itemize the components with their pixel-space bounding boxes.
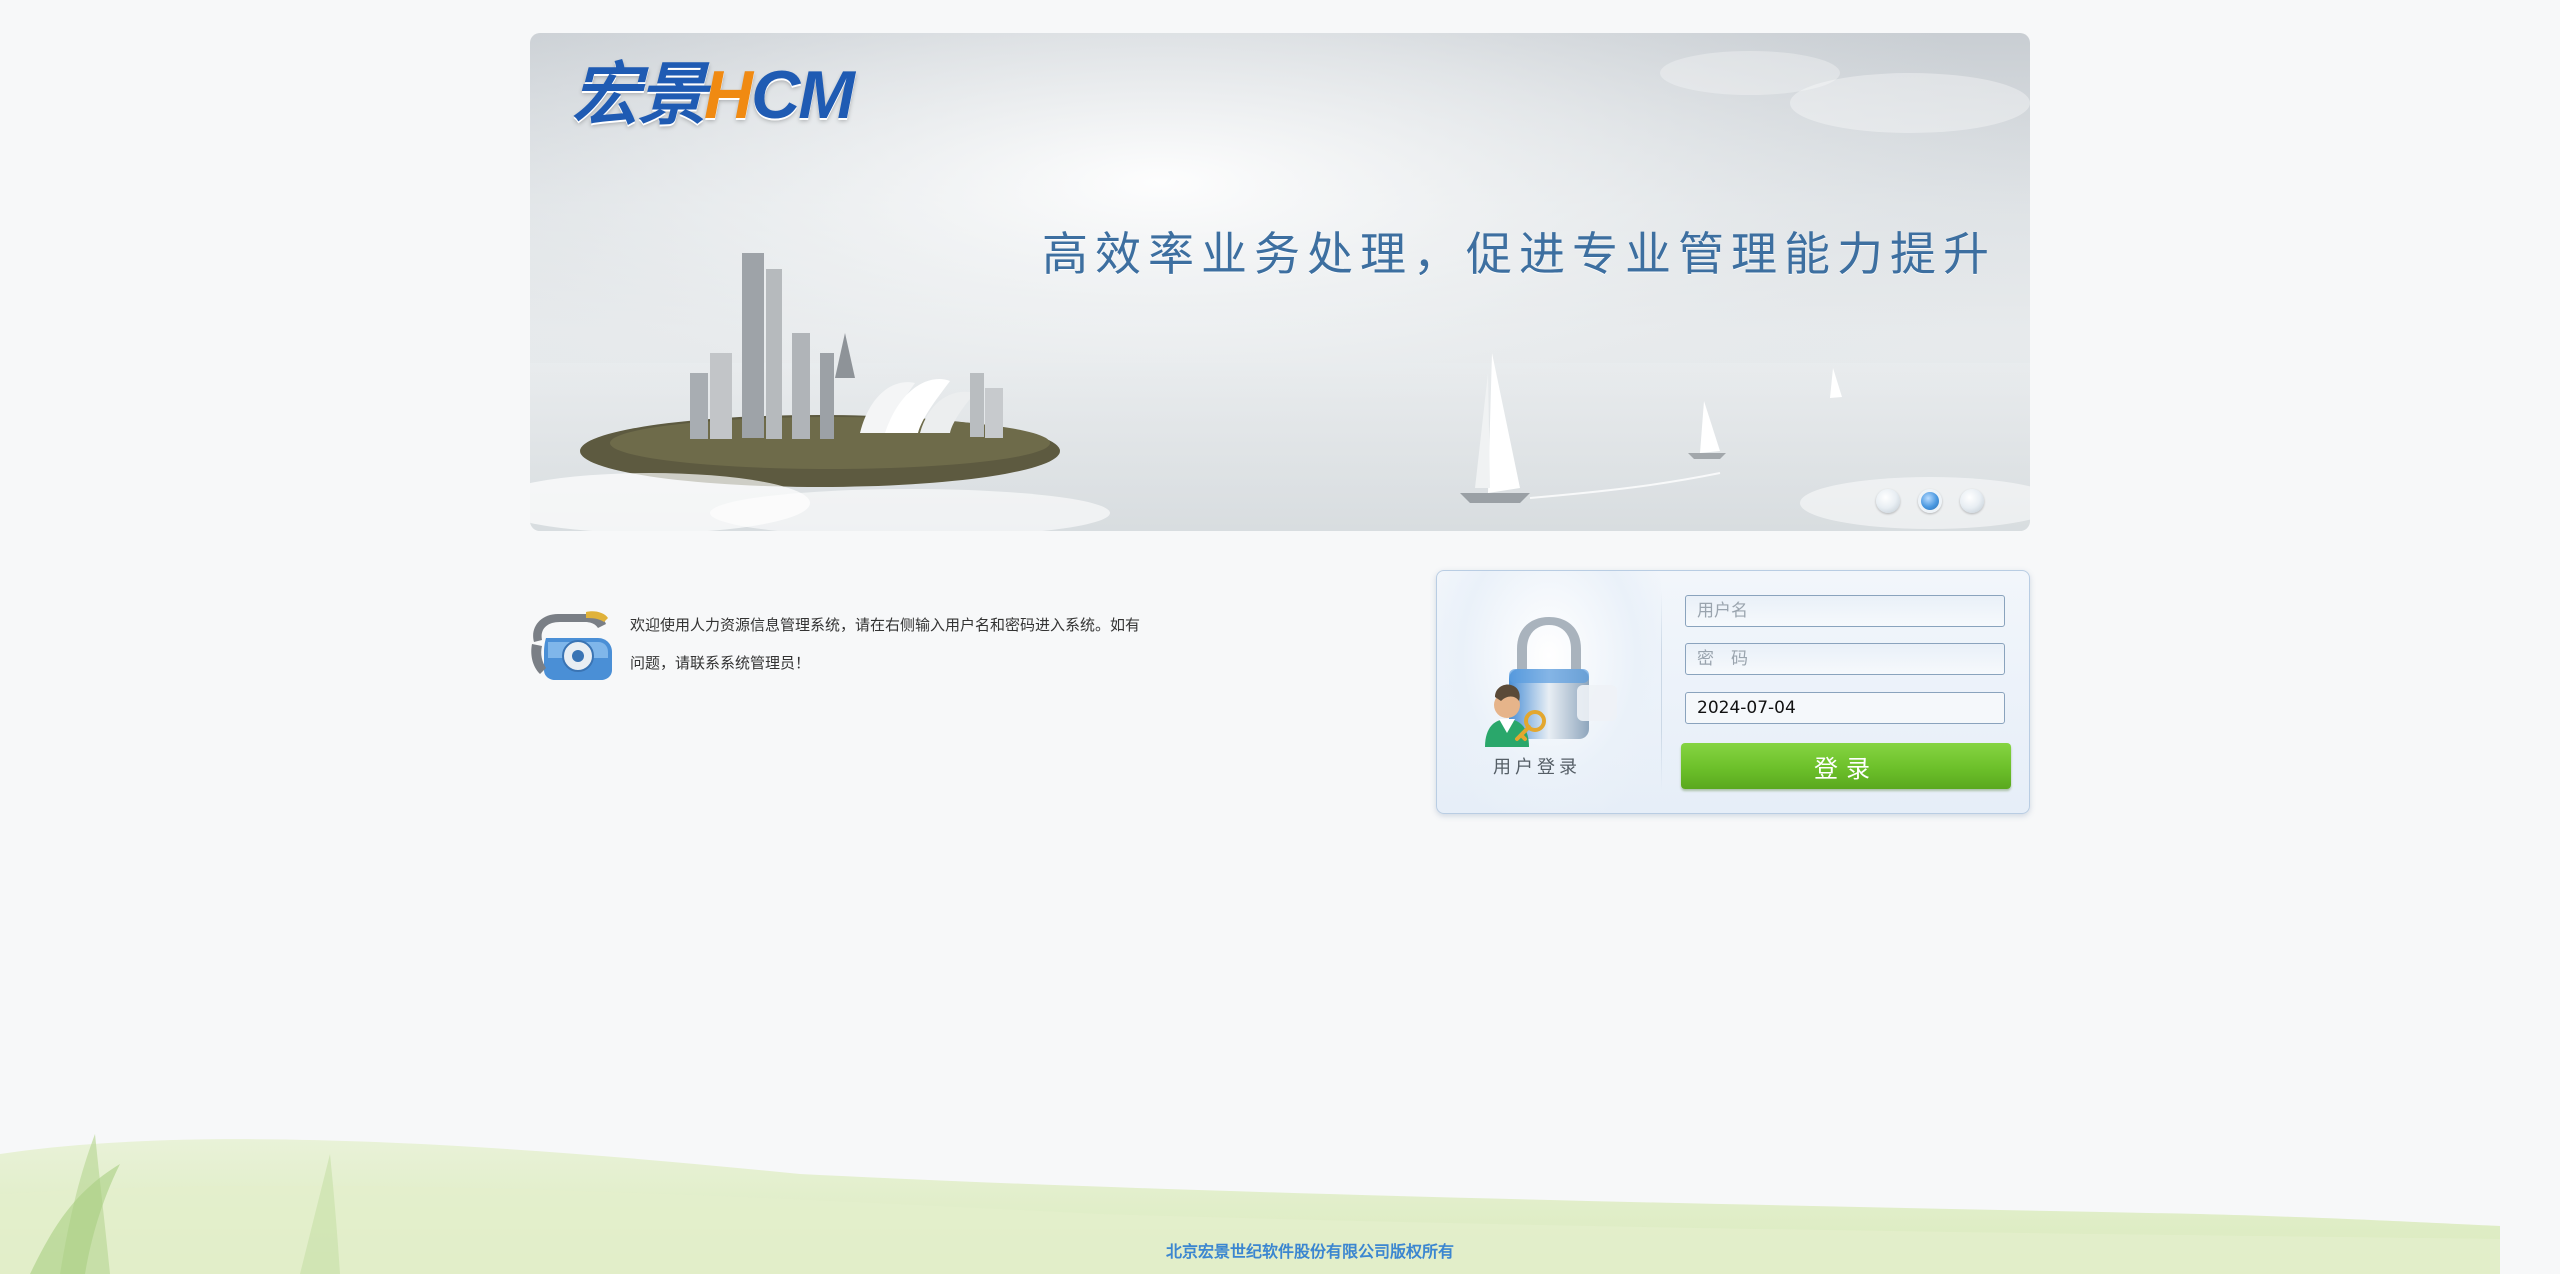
banner-carousel: 宏景HCM 高效率业务处理，促进专业管理能力提升 (530, 33, 2030, 531)
carousel-dot-2[interactable] (1918, 489, 1942, 513)
login-icon-area: 用户登录 (1437, 571, 1661, 813)
footer-copyright: 北京宏景世纪软件股份有限公司版权所有 (1165, 1242, 1454, 1261)
logo-cm: CM (751, 57, 855, 133)
lock-user-icon (1485, 617, 1617, 747)
banner-slogan: 高效率业务处理，促进专业管理能力提升 (1042, 227, 1996, 281)
username-input[interactable] (1685, 595, 2005, 627)
login-button[interactable]: 登录 (1681, 743, 2011, 789)
password-input[interactable] (1685, 643, 2005, 675)
date-input[interactable] (1685, 692, 2005, 724)
carousel-dot-3[interactable] (1960, 489, 1984, 513)
phone-icon (531, 611, 612, 680)
welcome-message: 欢迎使用人力资源信息管理系统，请在右侧输入用户名和密码进入系统。如有问题，请联系… (630, 616, 1141, 672)
login-divider (1661, 591, 1662, 791)
login-caption: 用户登录 (1493, 757, 1581, 778)
hcm-logo: 宏景HCM (572, 61, 855, 129)
carousel-indicators (1876, 489, 1984, 513)
logo-chinese: 宏景 (572, 57, 706, 133)
carousel-dot-1[interactable] (1876, 489, 1900, 513)
login-panel: 用户登录 登录 (1436, 570, 2030, 814)
logo-h: H (704, 57, 753, 133)
